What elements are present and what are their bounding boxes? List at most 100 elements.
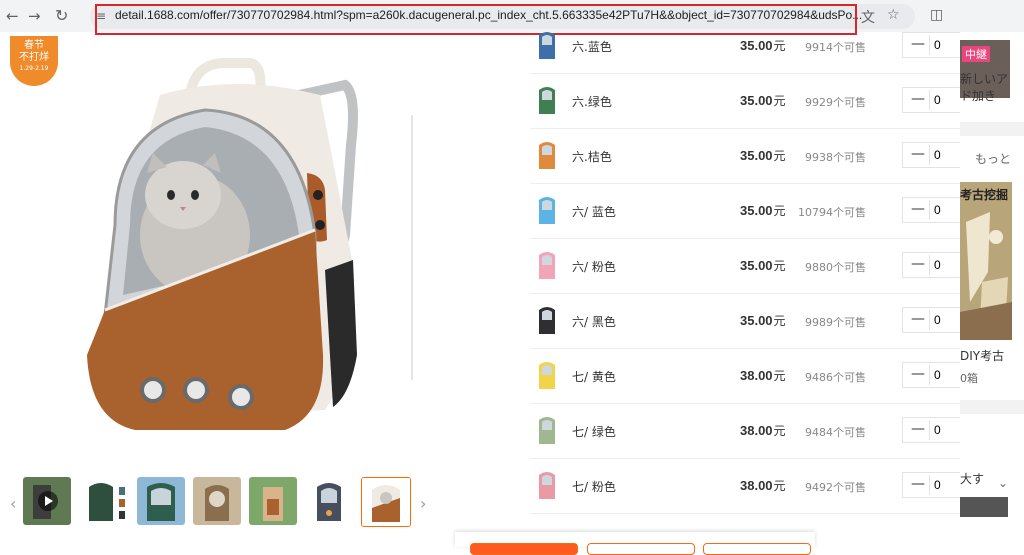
sidebar-more-link[interactable]: もっと: [975, 150, 1011, 167]
promo-badge-line1: 春节: [24, 40, 44, 51]
add-to-cart-button[interactable]: [587, 543, 695, 555]
quantity-stepper[interactable]: —: [902, 307, 962, 333]
variant-price: 35.00元: [740, 203, 786, 218]
variant-row: 六/ 蓝色 35.00元 10794个可售 —: [530, 183, 962, 239]
thumbnail-image[interactable]: [81, 477, 129, 525]
sidebar-ad-title: 考古挖掘: [960, 188, 1009, 202]
decrement-button[interactable]: —: [911, 256, 925, 272]
variant-stock: 10794个可售: [798, 206, 866, 219]
quantity-stepper[interactable]: —: [902, 87, 962, 113]
decrement-button[interactable]: —: [911, 366, 925, 382]
variant-row: 六/ 黑色 35.00元 9989个可售 —: [530, 293, 962, 349]
variant-name: 七/ 粉色: [572, 480, 616, 494]
variant-price: 35.00元: [740, 38, 786, 53]
variant-row: 七/ 绿色 38.00元 9484个可售 —: [530, 403, 962, 459]
variant-name: 六.桔色: [572, 150, 612, 164]
main-product-image[interactable]: [75, 55, 420, 445]
sidebar-ad-sub: 0箱: [960, 372, 978, 385]
sidebar-ad-thumbnail[interactable]: [960, 497, 1008, 517]
decrement-button[interactable]: —: [911, 36, 925, 52]
quantity-input[interactable]: [929, 200, 961, 220]
decrement-button[interactable]: —: [911, 421, 925, 437]
variant-stock: 9492个可售: [805, 481, 866, 494]
quantity-input[interactable]: [929, 255, 961, 275]
variant-thumbnail: [539, 32, 555, 59]
variant-name: 六/ 粉色: [572, 260, 616, 274]
variant-thumbnail: [539, 252, 555, 279]
thumbnail-video[interactable]: [23, 477, 71, 525]
variant-thumbnail: [539, 417, 555, 444]
decrement-button[interactable]: —: [911, 201, 925, 217]
variant-price: 38.00元: [740, 423, 786, 438]
thumbnail-image[interactable]: [137, 477, 185, 525]
variant-thumbnail: [539, 472, 555, 499]
thumbnail-image[interactable]: [249, 477, 297, 525]
variant-price: 38.00元: [740, 368, 786, 383]
variant-stock: 9880个可售: [805, 261, 866, 274]
chevron-down-icon[interactable]: ⌄: [998, 476, 1008, 490]
promo-badge-dates: 1.29-2.19: [19, 65, 49, 72]
variant-row: 七/ 黄色 38.00元 9486个可售 —: [530, 348, 962, 404]
variant-stock: 9929个可售: [805, 96, 866, 109]
quantity-input[interactable]: [929, 365, 961, 385]
variant-row: 六.蓝色 35.00元 9914个可售 —: [530, 18, 962, 74]
forward-arrow-icon[interactable]: →: [28, 7, 41, 25]
variant-name: 六.绿色: [572, 95, 612, 109]
sidebar-text: ド加き: [960, 89, 997, 103]
thumbnail-image[interactable]: [305, 477, 353, 525]
order-button[interactable]: [470, 543, 578, 555]
quantity-input[interactable]: [929, 420, 961, 440]
quantity-stepper[interactable]: —: [902, 417, 962, 443]
promo-badge-line2: 不打烊: [19, 52, 49, 63]
variant-row: 六/ 粉色 35.00元 9880个可售 —: [530, 238, 962, 294]
sidebar-text: 大す: [960, 472, 985, 486]
quantity-input[interactable]: [929, 145, 961, 165]
quantity-input[interactable]: [929, 90, 961, 110]
variant-name: 六.蓝色: [572, 40, 612, 54]
variant-name: 七/ 绿色: [572, 425, 616, 439]
variant-price: 35.00元: [740, 313, 786, 328]
variant-thumbnail: [539, 197, 555, 224]
variant-stock: 9484个可售: [805, 426, 866, 439]
variant-row: 六.绿色 35.00元 9929个可售 —: [530, 73, 962, 129]
variant-thumbnail: [539, 87, 555, 114]
decrement-button[interactable]: —: [911, 91, 925, 107]
secondary-action-button[interactable]: [703, 543, 811, 555]
quantity-input[interactable]: [929, 35, 961, 55]
quantity-input[interactable]: [929, 310, 961, 330]
reload-icon[interactable]: ↻: [55, 7, 68, 25]
variant-price: 35.00元: [740, 258, 786, 273]
variant-stock: 9486个可售: [805, 371, 866, 384]
variant-row: 六.桔色 35.00元 9938个可售 —: [530, 128, 962, 184]
chevron-left-icon[interactable]: ‹: [10, 494, 16, 513]
variant-name: 六/ 黑色: [572, 315, 616, 329]
sidebar-tag: 中継: [962, 46, 990, 62]
variant-name: 六/ 蓝色: [572, 205, 616, 219]
variant-thumbnail: [539, 362, 555, 389]
decrement-button[interactable]: —: [911, 476, 925, 492]
sidebar-ad-image[interactable]: [960, 182, 1012, 340]
thumbnail-image-selected[interactable]: [361, 477, 411, 527]
variant-stock: 9989个可售: [805, 316, 866, 329]
quantity-input[interactable]: [929, 475, 961, 495]
decrement-button[interactable]: —: [911, 311, 925, 327]
quantity-stepper[interactable]: —: [902, 32, 962, 58]
quantity-stepper[interactable]: —: [902, 252, 962, 278]
sidebar-text: 新しいア: [960, 72, 1009, 86]
thumbnail-image[interactable]: [193, 477, 241, 525]
sidebar-ad-label: DIY考古: [960, 349, 1005, 363]
quantity-stepper[interactable]: —: [902, 362, 962, 388]
quantity-stepper[interactable]: —: [902, 197, 962, 223]
thumbnail-strip: ‹ ›: [0, 472, 440, 532]
quantity-stepper[interactable]: —: [902, 142, 962, 168]
sidebar-divider: [960, 400, 1024, 414]
variant-thumbnail: [539, 307, 555, 334]
variant-stock: 9938个可售: [805, 151, 866, 164]
variant-stock: 9914个可售: [805, 41, 866, 54]
variant-price: 35.00元: [740, 148, 786, 163]
quantity-stepper[interactable]: —: [902, 472, 962, 498]
decrement-button[interactable]: —: [911, 146, 925, 162]
back-arrow-icon[interactable]: ←: [6, 7, 19, 25]
sidebar-divider: [960, 122, 1024, 136]
chevron-right-icon[interactable]: ›: [420, 494, 426, 513]
